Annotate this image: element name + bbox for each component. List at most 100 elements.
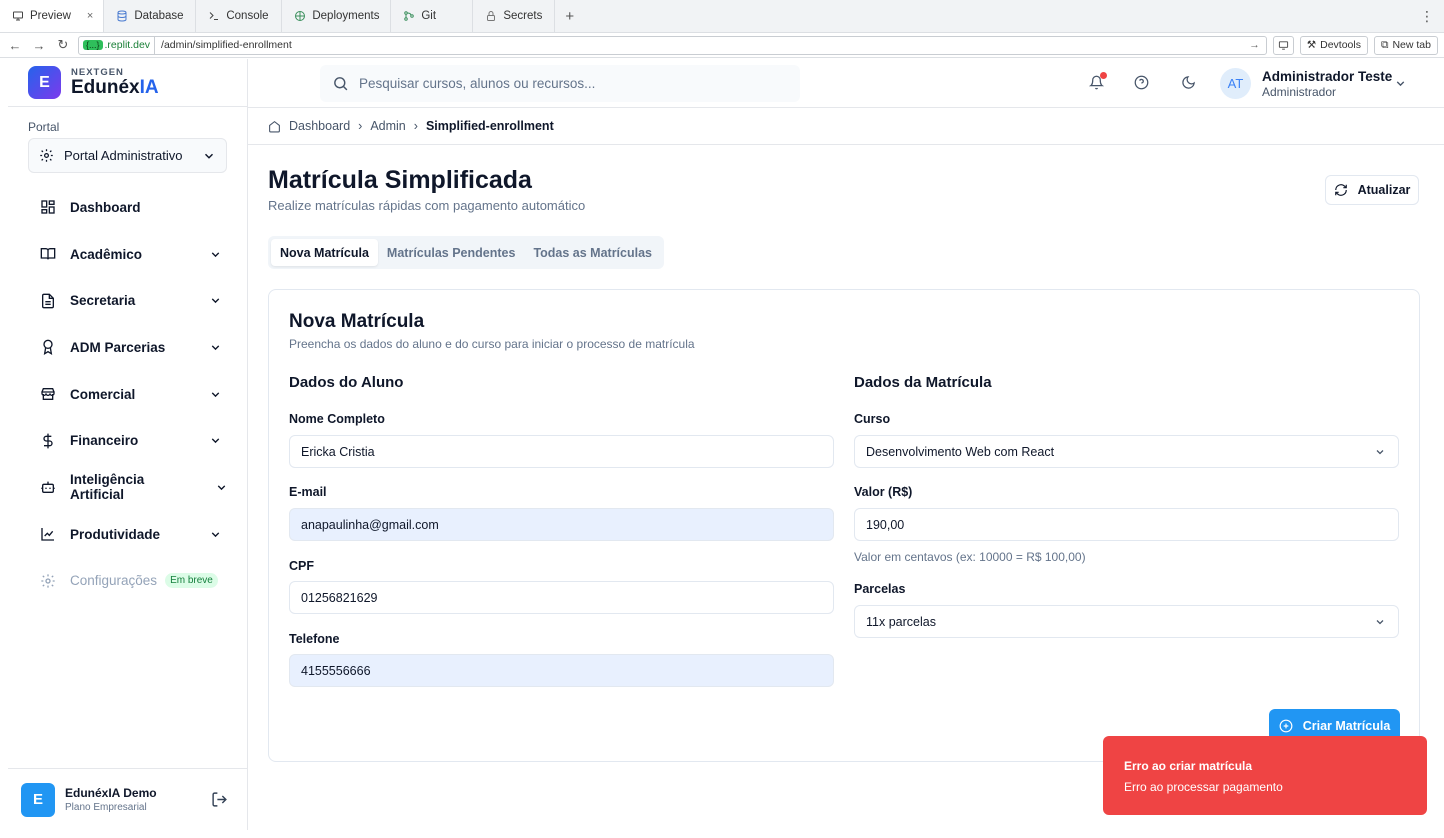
error-toast[interactable]: Erro ao criar matrícula Erro ao processa…	[1103, 736, 1427, 815]
user-name[interactable]: Administrador Teste	[1262, 69, 1392, 84]
tab-label: Deployments	[312, 10, 380, 22]
user-avatar[interactable]: AT	[1220, 68, 1251, 99]
chevron-down-icon	[209, 528, 222, 541]
sidebar-item-comercial[interactable]: Comercial	[28, 371, 228, 418]
reload-icon[interactable]: ↻	[54, 37, 72, 53]
tab-console[interactable]: Console	[196, 0, 283, 32]
sidebar-item-financeiro[interactable]: Financeiro	[28, 417, 228, 464]
tab-secrets[interactable]: Secrets	[473, 0, 556, 32]
more-options-icon[interactable]: ⋮	[1410, 0, 1444, 32]
tab-git[interactable]: Git	[391, 0, 474, 32]
submit-label: Criar Matrícula	[1302, 718, 1391, 733]
sidebar-item-produtividade[interactable]: Produtividade	[28, 511, 228, 558]
open-new-tab-button[interactable]: ⧉ New tab	[1373, 35, 1438, 55]
installments-select[interactable]: 11x parcelas	[854, 605, 1399, 638]
newtab-label: New tab	[1392, 39, 1431, 51]
amount-field[interactable]: 190,00	[854, 508, 1399, 541]
tab-deployments[interactable]: Deployments	[282, 0, 392, 32]
tab-preview[interactable]: Preview ×	[0, 0, 105, 32]
sidebar-item-inteligencia-artificial[interactable]: Inteligência Artificial	[28, 464, 228, 511]
course-select[interactable]: Desenvolvimento Web com React	[854, 435, 1399, 468]
breadcrumb-admin[interactable]: Admin	[370, 119, 405, 133]
deploy-icon	[294, 10, 306, 22]
chevron-down-icon	[1374, 446, 1386, 458]
chevron-down-icon	[209, 341, 222, 354]
footer-text: EdunéxIA Demo Plano Empresarial	[65, 786, 157, 813]
form-title: Nova Matrícula	[289, 311, 425, 332]
sidebar-nav: Dashboard Acadêmico Secretaria ADM Parce…	[28, 184, 228, 604]
user-role: Administrador	[1262, 85, 1337, 99]
search-placeholder: Pesquisar cursos, alunos ou recursos...	[359, 76, 596, 91]
devtools-label: Devtools	[1320, 39, 1361, 51]
wrench-icon: ⚒	[1306, 39, 1317, 51]
tab-label: Database	[134, 10, 184, 22]
dollar-icon	[40, 433, 56, 449]
tab-database[interactable]: Database	[104, 0, 197, 32]
sidebar-item-secretaria[interactable]: Secretaria	[28, 277, 228, 324]
award-icon	[40, 339, 56, 356]
enrollment-tabs: Nova Matrícula Matrículas Pendentes Toda…	[268, 236, 664, 269]
page-subtitle: Realize matrículas rápidas com pagamento…	[268, 198, 586, 213]
monitor-icon	[12, 10, 24, 22]
sidebar-item-academico[interactable]: Acadêmico	[28, 231, 228, 278]
cpf-field[interactable]: 01256821629	[289, 581, 834, 614]
refresh-button[interactable]: Atualizar	[1325, 175, 1419, 205]
tab-todas-matriculas[interactable]: Todas as Matrículas	[524, 239, 661, 266]
portal-select[interactable]: Portal Administrativo	[28, 138, 227, 173]
chevron-down-icon	[202, 149, 216, 163]
home-icon[interactable]	[268, 120, 281, 133]
sidebar-item-dashboard[interactable]: Dashboard	[28, 184, 228, 231]
chevron-down-icon[interactable]	[1394, 77, 1407, 90]
email-field[interactable]: anapaulinha@gmail.com	[289, 508, 834, 541]
bell-icon[interactable]	[1089, 72, 1107, 90]
breadcrumb-separator-icon: ›	[358, 119, 363, 133]
course-label: Curso	[854, 412, 891, 426]
coming-soon-badge: Em breve	[165, 573, 218, 589]
sidebar-item-label: Configurações	[70, 573, 158, 589]
moon-icon[interactable]	[1181, 75, 1196, 90]
help-icon[interactable]	[1134, 75, 1149, 90]
terminal-icon	[208, 10, 220, 22]
url-path: /admin/simplified-enrollment	[161, 39, 292, 51]
go-arrow-icon[interactable]: →	[1249, 39, 1260, 51]
footer-name: EdunéxIA Demo	[65, 786, 157, 800]
brand-name-main: Edunéx	[71, 77, 140, 98]
sidebar-item-adm-parcerias[interactable]: ADM Parcerias	[28, 324, 228, 371]
back-icon[interactable]: ←	[6, 38, 24, 53]
domain-tag: {...}	[83, 40, 103, 50]
new-tab-button[interactable]: +	[555, 0, 584, 32]
forward-icon[interactable]: →	[30, 38, 48, 53]
close-tab-icon[interactable]: ×	[87, 10, 93, 22]
logout-icon[interactable]	[211, 791, 228, 808]
breadcrumb: Dashboard › Admin › Simplified-enrollmen…	[248, 108, 1444, 145]
course-value: Desenvolvimento Web com React	[866, 444, 1055, 459]
page-title: Matrícula Simplificada	[268, 166, 532, 194]
address-bar: ← → ↻ {...} .replit.dev /admin/simplifie…	[0, 33, 1444, 58]
name-field[interactable]: Ericka Cristia	[289, 435, 834, 468]
breadcrumb-dashboard[interactable]: Dashboard	[289, 119, 350, 133]
installments-value: 11x parcelas	[866, 614, 936, 629]
tab-label: Git	[421, 10, 437, 22]
tab-nova-matricula[interactable]: Nova Matrícula	[271, 239, 378, 266]
domain-text: .replit.dev	[104, 39, 151, 51]
gear-icon	[39, 148, 54, 163]
search-input[interactable]: Pesquisar cursos, alunos ou recursos...	[320, 65, 800, 102]
document-icon	[40, 293, 56, 309]
sidebar-item-label: Inteligência Artificial	[70, 472, 145, 503]
bot-icon	[40, 479, 56, 495]
brand-logo: E	[28, 66, 61, 99]
url-field[interactable]: {...} .replit.dev /admin/simplified-enro…	[78, 35, 1267, 55]
brand[interactable]: E NEXTGEN EdunéxIA	[8, 59, 247, 107]
screen-icon[interactable]	[1272, 35, 1294, 55]
toast-message: Erro ao processar pagamento	[1124, 780, 1283, 794]
breadcrumb-separator-icon: ›	[413, 119, 418, 133]
phone-field[interactable]: 4155556666	[289, 654, 834, 687]
url-domain: {...} .replit.dev	[79, 36, 156, 54]
plus-circle-icon	[1279, 719, 1293, 733]
brand-name-accent: IA	[139, 77, 159, 98]
devtools-button[interactable]: ⚒ Devtools	[1299, 35, 1368, 55]
tab-matriculas-pendentes[interactable]: Matrículas Pendentes	[378, 239, 525, 266]
tab-label: Secrets	[503, 10, 543, 22]
tab-label: Preview	[30, 10, 71, 22]
search-icon	[332, 75, 349, 92]
